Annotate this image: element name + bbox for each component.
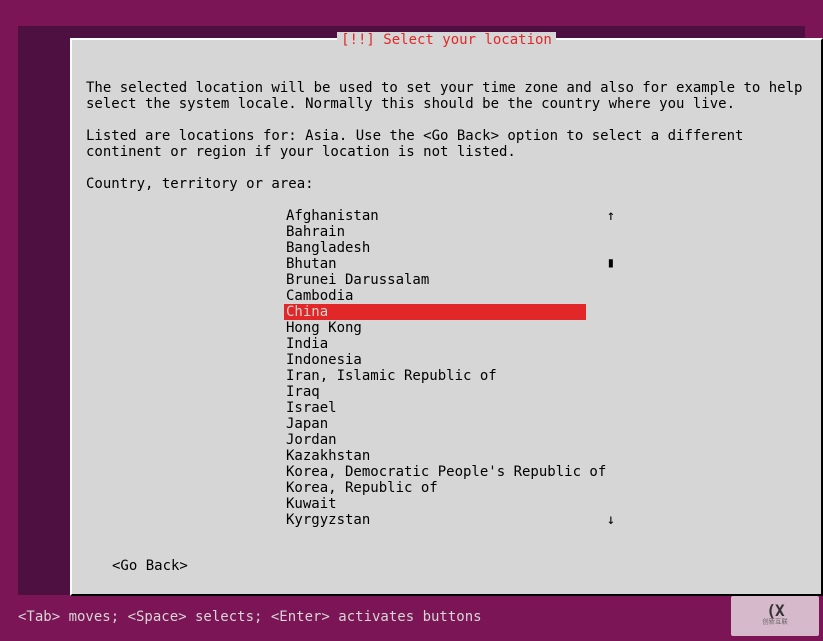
- country-item[interactable]: Bangladesh: [284, 240, 606, 256]
- country-item[interactable]: India: [284, 336, 606, 352]
- country-item[interactable]: Brunei Darussalam: [284, 272, 606, 288]
- list-prompt: Country, territory or area:: [86, 176, 807, 192]
- country-item[interactable]: Hong Kong: [284, 320, 606, 336]
- watermark-logo: (X: [766, 605, 783, 616]
- dialog-title: Select your location: [383, 32, 552, 48]
- description-paragraph-1: The selected location will be used to se…: [86, 80, 807, 112]
- country-item[interactable]: Indonesia: [284, 352, 606, 368]
- watermark: (X 创新互联: [731, 596, 819, 636]
- country-item[interactable]: Kuwait: [284, 496, 606, 512]
- country-item[interactable]: Iran, Islamic Republic of: [284, 368, 606, 384]
- country-list[interactable]: ↑ ▮ ↓ AfghanistanBahrainBangladeshBhutan…: [284, 208, 606, 528]
- country-item[interactable]: Israel: [284, 400, 606, 416]
- country-item[interactable]: Kyrgyzstan: [284, 512, 606, 528]
- country-item[interactable]: Bhutan: [284, 256, 606, 272]
- country-item[interactable]: Iraq: [284, 384, 606, 400]
- go-back-button[interactable]: <Go Back>: [112, 558, 807, 574]
- footer-hint: <Tab> moves; <Space> selects; <Enter> ac…: [18, 609, 482, 625]
- scroll-up-icon[interactable]: ↑: [604, 208, 618, 224]
- country-item[interactable]: Japan: [284, 416, 606, 432]
- country-item[interactable]: Jordan: [284, 432, 606, 448]
- country-item[interactable]: Korea, Republic of: [284, 480, 606, 496]
- scroll-down-icon[interactable]: ↓: [604, 512, 618, 528]
- watermark-text: 创新互联: [762, 617, 788, 626]
- select-location-dialog: [!!] Select your location The selected l…: [70, 38, 823, 596]
- country-item[interactable]: Kazakhstan: [284, 448, 606, 464]
- country-item[interactable]: Afghanistan: [284, 208, 606, 224]
- dialog-title-row: [!!] Select your location: [72, 32, 821, 48]
- scroll-thumb-icon[interactable]: ▮: [604, 255, 618, 271]
- country-item[interactable]: Bahrain: [284, 224, 606, 240]
- dialog-title-prefix: [!!]: [341, 32, 383, 48]
- country-item[interactable]: Korea, Democratic People's Republic of: [284, 464, 606, 480]
- country-item[interactable]: Cambodia: [284, 288, 606, 304]
- description-paragraph-2: Listed are locations for: Asia. Use the …: [86, 128, 807, 160]
- country-item[interactable]: China: [284, 304, 586, 320]
